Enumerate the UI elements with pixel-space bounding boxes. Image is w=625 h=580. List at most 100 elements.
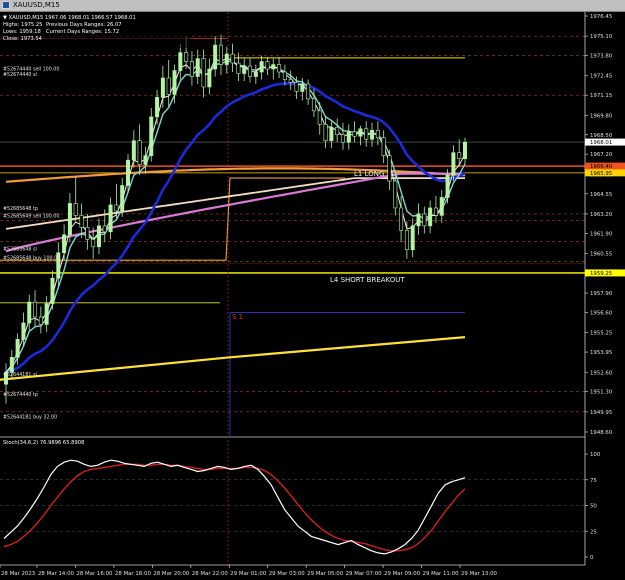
price-tick-label: 1953.95	[590, 350, 612, 356]
bull-candle	[462, 141, 467, 159]
info-curr-range: Current Days Ranges: 15.72	[46, 29, 119, 35]
bear-candle	[340, 134, 345, 143]
time-tick-label: 29 Mar 03:00	[269, 571, 306, 577]
bull-candle	[410, 225, 415, 251]
price-tick-label: 1973.80	[590, 54, 613, 60]
price-tick-label: 1961.90	[590, 231, 613, 237]
price-chart[interactable]: ▼ XAUUSD,M15 1967.06 1968.01 1966.57 196…	[0, 12, 625, 580]
bear-candle	[91, 239, 96, 248]
bear-candle	[393, 180, 398, 209]
bull-candle	[271, 64, 276, 70]
bull-candle	[15, 339, 20, 358]
bull-candle	[67, 203, 72, 236]
stoch-tick-label: 0	[590, 555, 594, 561]
bull-candle	[44, 303, 49, 325]
bull-candle	[160, 77, 165, 98]
bull-candle	[120, 185, 125, 212]
bear-candle	[230, 53, 235, 64]
s1-label: S 1	[232, 313, 243, 321]
window-titlebar[interactable]: XAUUSD,M15	[0, 0, 625, 12]
bull-candle	[213, 44, 218, 70]
time-tick-label: 29 Mar 13:00	[461, 571, 498, 577]
bear-candle	[33, 301, 38, 318]
bear-candle	[311, 98, 316, 112]
bear-candle	[422, 213, 427, 227]
bear-candle	[352, 131, 357, 137]
time-tick-label: 29 Mar 07:00	[346, 571, 383, 577]
bull-candle	[451, 152, 456, 176]
price-tick-label: 1968.50	[590, 133, 613, 139]
bear-candle	[335, 126, 340, 136]
bull-candle	[445, 174, 450, 198]
bear-candle	[85, 227, 90, 240]
bear-candle	[282, 71, 287, 80]
bear-candle	[166, 77, 171, 95]
bull-candle	[253, 71, 258, 77]
info-close: Close: 1973.54	[3, 36, 43, 42]
time-tick-label: 28 Mar 18:00	[115, 571, 152, 577]
bull-candle	[126, 159, 131, 186]
l4-short-breakout-label: L4 SHORT BREAKOUT	[330, 276, 405, 284]
price-tag-label: 1959.25	[590, 271, 612, 277]
bear-candle	[189, 61, 194, 77]
bear-candle	[73, 203, 78, 216]
price-tag-label: 1965.95	[590, 171, 612, 177]
bear-candle	[317, 110, 322, 125]
bull-candle	[143, 155, 148, 165]
price-tick-label: 1949.95	[590, 410, 612, 416]
bear-candle	[184, 52, 189, 62]
stoch-tick-label: 100	[590, 452, 601, 458]
bear-candle	[433, 207, 438, 216]
chart-window-icon	[2, 1, 10, 9]
bull-candle	[172, 70, 177, 95]
price-tick-label: 1971.15	[590, 93, 612, 99]
bear-candle	[381, 137, 386, 156]
bull-candle	[21, 322, 26, 340]
bull-candle	[242, 65, 247, 74]
price-tick-label: 1955.25	[590, 331, 612, 337]
bear-candle	[288, 79, 293, 83]
bear-candle	[457, 152, 462, 159]
time-tick-label: 29 Mar 11:00	[423, 571, 460, 577]
bull-candle	[358, 128, 363, 137]
order-label: #52674440 sell 100.00	[3, 67, 59, 73]
bull-candle	[416, 213, 421, 227]
bear-candle	[323, 123, 328, 142]
bear-candle	[248, 65, 253, 77]
info-prev-range: Previous Days Ranges: 26.07	[46, 22, 122, 28]
bull-candle	[27, 301, 32, 324]
current-price-label: 1968.01	[590, 140, 612, 146]
stoch-tick-label: 25	[590, 529, 597, 535]
order-label: #52674440 sl	[3, 72, 37, 78]
bear-candle	[399, 207, 404, 231]
info-line-1: ▼ XAUUSD,M15 1967.06 1968.01 1966.57 196…	[3, 15, 136, 21]
bear-candle	[102, 225, 107, 233]
bull-candle	[370, 129, 375, 140]
bull-candle	[131, 140, 136, 161]
bull-candle	[62, 234, 67, 254]
price-tick-label: 1967.20	[590, 152, 613, 158]
info-highs: Highs: 1975.25	[3, 22, 42, 28]
time-tick-label: 28 Mar 22:00	[192, 571, 229, 577]
bear-candle	[277, 64, 282, 73]
stoch-tick-label: 50	[590, 504, 597, 510]
bull-candle	[155, 97, 160, 118]
stoch-label: Stoch(34,6,2) 76.9896 65.8908	[3, 440, 84, 446]
bear-candle	[114, 204, 119, 212]
price-tick-label: 1956.60	[590, 311, 613, 317]
bear-candle	[375, 129, 380, 139]
bear-candle	[364, 128, 369, 140]
bull-candle	[300, 83, 305, 92]
bull-candle	[50, 277, 55, 304]
order-label: #52685648 buy 100.00	[3, 255, 60, 261]
bull-candle	[9, 357, 14, 373]
bear-candle	[201, 58, 206, 88]
time-tick-label: 29 Mar 01:00	[230, 571, 267, 577]
bear-candle	[265, 61, 270, 70]
order-label: #52644181 sl	[3, 372, 37, 378]
price-tick-label: 1951.30	[590, 390, 613, 396]
bull-candle	[108, 204, 113, 233]
window-title: XAUUSD,M15	[13, 1, 60, 9]
price-tag-label: 1966.40	[590, 164, 613, 170]
bear-candle	[306, 83, 311, 100]
